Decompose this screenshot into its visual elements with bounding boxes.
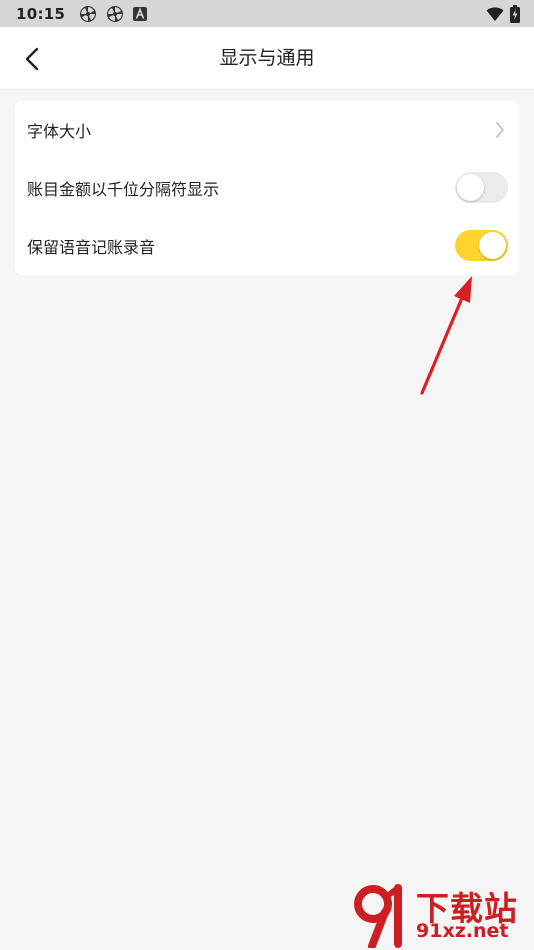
toggle-knob <box>479 232 506 259</box>
app-header: 显示与通用 <box>0 27 534 90</box>
chevron-right-icon <box>496 122 504 138</box>
status-bar: 10:15 <box>0 0 534 27</box>
setting-keep-voice-recording: 保留语音记账录音 <box>15 217 519 275</box>
watermark-logo <box>354 884 402 948</box>
setting-font-size[interactable]: 字体大小 <box>15 101 519 159</box>
keep-voice-recording-toggle[interactable] <box>455 230 508 261</box>
setting-label: 字体大小 <box>27 122 92 141</box>
setting-thousands-separator: 账目金额以千位分隔符显示 <box>15 159 519 217</box>
thousands-separator-toggle[interactable] <box>455 172 508 203</box>
toggle-knob <box>457 174 484 201</box>
setting-label: 保留语音记账录音 <box>27 238 156 257</box>
page-title: 显示与通用 <box>219 47 315 69</box>
chevron-left-icon <box>25 47 39 71</box>
setting-label: 账目金额以千位分隔符显示 <box>27 180 220 199</box>
a-badge-icon <box>133 6 148 21</box>
wifi-icon <box>486 6 504 21</box>
status-time: 10:15 <box>16 4 66 23</box>
back-button[interactable] <box>14 41 50 77</box>
pinwheel-icon <box>80 5 97 22</box>
site-watermark: 下载站 91xz.net <box>352 882 530 948</box>
watermark-url: 91xz.net <box>416 920 509 942</box>
settings-card: 字体大小 账目金额以千位分隔符显示 保留语音记账录音 <box>15 101 519 275</box>
pinwheel-icon <box>107 5 124 22</box>
battery-charging-icon <box>510 4 520 23</box>
